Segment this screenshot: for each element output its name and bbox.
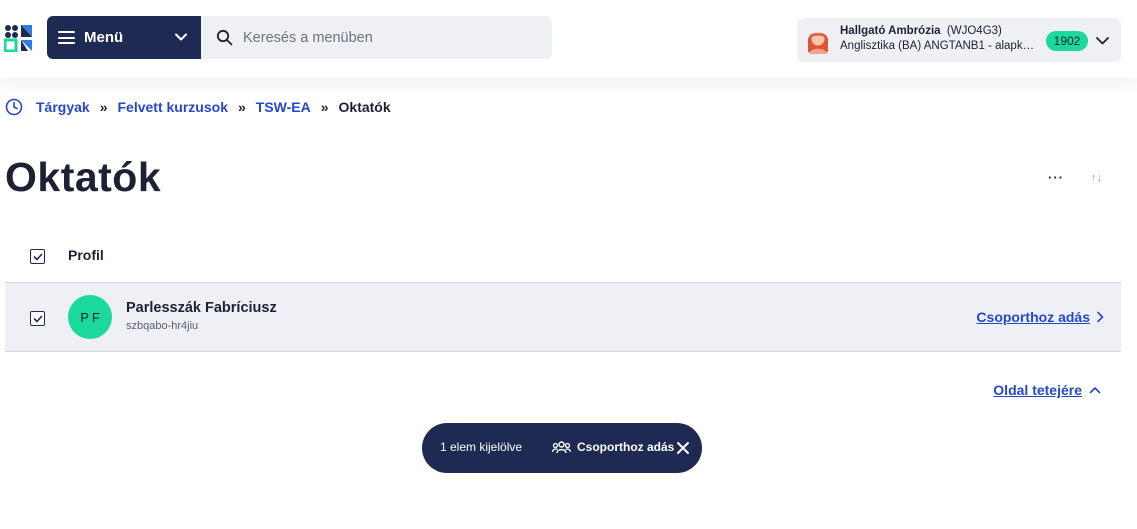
breadcrumb-link-felvett-kurzusok[interactable]: Felvett kurzusok	[118, 99, 228, 115]
hamburger-icon	[58, 31, 75, 44]
back-to-top-link[interactable]: Oldal tetejére	[993, 382, 1101, 398]
selection-action-bar: 1 elem kijelölve Csoporthoz adás	[422, 423, 702, 473]
add-to-group-label: Csoporthoz adás	[976, 309, 1090, 325]
bulk-add-to-group-label: Csoporthoz adás	[577, 440, 675, 454]
breadcrumb-separator: »	[99, 99, 108, 115]
breadcrumb-separator: »	[320, 99, 329, 115]
top-header: Menü Hallgató Ambrózia (WJO4G3) Angliszt…	[0, 0, 1137, 78]
chevron-down-icon	[1096, 37, 1109, 45]
app-logo-icon[interactable]	[4, 24, 34, 52]
user-name-line: Hallgató Ambrózia (WJO4G3)	[840, 25, 1002, 37]
menu-button[interactable]: Menü	[47, 16, 201, 59]
instructor-username: szbqabo-hr4jiu	[126, 320, 199, 332]
back-to-top-label: Oldal tetejére	[993, 382, 1082, 398]
breadcrumb-link-targyak[interactable]: Tárgyak	[36, 99, 90, 115]
column-header-profile: Profil	[68, 247, 104, 263]
page-title: Oktatók	[5, 154, 162, 200]
search-icon	[216, 29, 233, 46]
user-name: Hallgató Ambrózia	[840, 25, 941, 37]
menu-label: Menü	[84, 29, 124, 46]
history-clock-icon[interactable]	[5, 98, 23, 116]
row-checkbox[interactable]	[30, 311, 45, 326]
add-to-group-link[interactable]: Csoporthoz adás	[976, 309, 1104, 325]
select-all-checkbox[interactable]	[30, 249, 45, 264]
menu-search	[201, 16, 552, 59]
sort-icon[interactable]: ↑↓	[1091, 172, 1102, 184]
group-icon	[552, 440, 571, 453]
breadcrumb-link-course[interactable]: TSW-EA	[256, 99, 311, 115]
checkmark-icon	[33, 253, 42, 260]
chevron-down-icon	[175, 33, 187, 41]
search-input[interactable]	[243, 29, 523, 46]
user-avatar-icon	[808, 32, 828, 54]
chevron-right-icon	[1097, 311, 1104, 323]
status-badge: 1902	[1046, 31, 1088, 51]
more-options-button[interactable]: ···	[1048, 170, 1064, 185]
breadcrumb: Tárgyak » Felvett kurzusok » TSW-EA » Ok…	[5, 98, 391, 116]
user-profile-switcher[interactable]: Hallgató Ambrózia (WJO4G3) Anglisztika (…	[797, 18, 1121, 62]
instructor-name: Parlesszák Fabríciusz	[126, 300, 277, 316]
user-code: (WJO4G3)	[946, 25, 1002, 37]
close-icon[interactable]	[676, 441, 690, 455]
breadcrumb-separator: »	[237, 99, 246, 115]
user-program: Anglisztika (BA) ANGTANB1 - alapképzés	[840, 40, 1040, 52]
table-row: PF Parlesszák Fabríciusz szbqabo-hr4jiu …	[5, 282, 1121, 352]
breadcrumb-current: Oktatók	[338, 99, 391, 115]
chevron-up-icon	[1089, 387, 1101, 394]
table-header: Profil	[5, 235, 1121, 281]
checkmark-icon	[33, 315, 42, 322]
bulk-add-to-group-button[interactable]: Csoporthoz adás	[552, 440, 674, 454]
avatar: PF	[68, 295, 112, 339]
selection-count: 1 elem kijelölve	[440, 440, 523, 454]
